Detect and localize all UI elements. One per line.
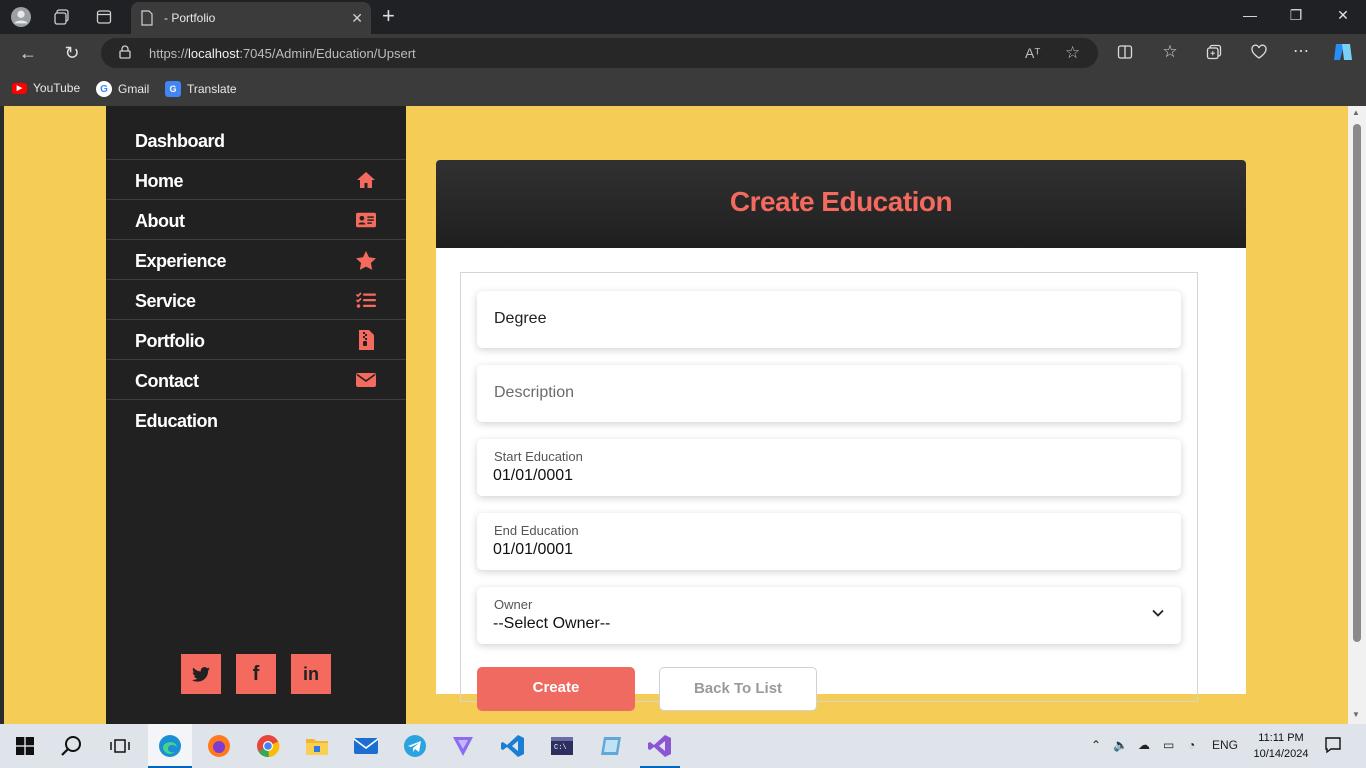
sidebar-item-experience[interactable]: Experience <box>106 240 406 280</box>
star-icon <box>356 250 376 270</box>
sidebar-item-home[interactable]: Home <box>106 160 406 200</box>
language-indicator[interactable]: ENG <box>1212 738 1238 752</box>
system-clock[interactable]: 11:11 PM 10/14/2024 <box>1244 730 1318 762</box>
scroll-down-icon[interactable]: ▼ <box>1352 710 1360 719</box>
close-tab-icon[interactable]: ✕ <box>351 10 363 27</box>
new-tab-icon[interactable]: + <box>382 5 395 27</box>
minimize-icon[interactable]: — <box>1240 7 1260 23</box>
bookmark-gmail[interactable]: G Gmail <box>96 81 149 97</box>
page-scrollbar[interactable]: ▲ ▼ <box>1348 106 1366 724</box>
mail-icon[interactable] <box>353 734 379 758</box>
show-hidden-icons-icon[interactable]: ⌃ <box>1091 738 1101 752</box>
sidebar-item-contact[interactable]: Contact <box>106 360 406 400</box>
url-text: https://localhost:7045/Admin/Education/U… <box>149 46 416 61</box>
linkedin-button[interactable]: in <box>291 654 331 694</box>
edge-icon[interactable] <box>157 734 183 758</box>
translate-icon: G <box>165 81 181 97</box>
visual-studio-icon[interactable] <box>647 734 673 758</box>
restore-icon[interactable]: ❐ <box>1286 7 1306 24</box>
more-options-icon[interactable]: ⋯ <box>1291 41 1311 61</box>
copilot-icon[interactable] <box>1332 42 1352 66</box>
windows-start-icon[interactable] <box>12 734 38 758</box>
battery-icon[interactable]: ▭ <box>1163 738 1174 752</box>
favorites-icon[interactable]: ☆ <box>1160 42 1180 62</box>
description-field[interactable]: Description <box>477 365 1181 422</box>
page-icon <box>140 10 154 31</box>
svg-text:C:\: C:\ <box>554 744 567 752</box>
tab-actions-icon[interactable] <box>94 7 114 27</box>
browser-tab-portfolio[interactable]: - Portfolio ✕ <box>131 2 371 34</box>
favorite-star-icon[interactable]: ☆ <box>1065 43 1080 63</box>
sidebar-item-education[interactable]: Education <box>106 400 406 440</box>
windows-taskbar: C:\ ⌃ 🔈 ☁ ▭ ◔ ENG 11:11 PM 10/14/2024 <box>0 724 1366 768</box>
twitter-icon <box>192 666 210 682</box>
refresh-icon[interactable]: ↻ <box>61 43 83 64</box>
start-education-field[interactable]: Start Education 01/01/0001 <box>477 439 1181 496</box>
notifications-icon[interactable] <box>1324 736 1342 757</box>
youtube-icon: ▶ <box>12 82 27 94</box>
workspaces-icon[interactable] <box>52 7 72 27</box>
wifi-icon[interactable]: ◔ <box>1188 738 1195 752</box>
sidebar-item-service[interactable]: Service <box>106 280 406 320</box>
address-bar[interactable]: https://localhost:7045/Admin/Education/U… <box>101 38 1098 68</box>
owner-select[interactable]: Owner --Select Owner-- <box>477 587 1181 644</box>
lock-icon[interactable] <box>119 45 131 64</box>
app-icon[interactable] <box>598 734 624 758</box>
vpn-icon[interactable] <box>450 734 476 758</box>
sidebar-item-about[interactable]: About <box>106 200 406 240</box>
sidebar-item-portfolio[interactable]: Portfolio <box>106 320 406 360</box>
scroll-up-icon[interactable]: ▲ <box>1352 108 1360 117</box>
card-header: Create Education <box>436 160 1246 248</box>
linkedin-icon: in <box>303 663 319 684</box>
window-close-icon[interactable]: ✕ <box>1333 7 1353 24</box>
envelope-icon <box>356 370 376 390</box>
tab-title: - Portfolio <box>164 11 216 25</box>
split-screen-icon[interactable] <box>1115 44 1135 64</box>
bookmarks-bar: ▶ YouTube G Gmail G Translate <box>0 72 1366 106</box>
end-education-field[interactable]: End Education 01/01/0001 <box>477 513 1181 570</box>
telegram-icon[interactable] <box>402 734 428 758</box>
bookmark-translate[interactable]: G Translate <box>165 81 237 97</box>
back-to-list-button[interactable]: Back To List <box>659 667 817 711</box>
file-explorer-icon[interactable] <box>304 734 330 758</box>
search-icon[interactable] <box>59 734 85 758</box>
firefox-icon[interactable] <box>206 734 232 758</box>
onedrive-icon[interactable]: ☁ <box>1138 738 1150 752</box>
address-toolbar: ← ↻ https://localhost:7045/Admin/Educati… <box>0 34 1366 72</box>
volume-icon[interactable]: 🔈 <box>1113 738 1128 752</box>
read-aloud-icon[interactable]: Aᵀ <box>1025 45 1040 61</box>
browser-essentials-icon[interactable] <box>1249 44 1269 64</box>
chrome-icon[interactable] <box>255 734 281 758</box>
profile-avatar-icon[interactable] <box>11 7 31 27</box>
create-button[interactable]: Create <box>477 667 635 711</box>
page-title: Create Education <box>729 186 953 217</box>
degree-field[interactable]: Degree <box>477 291 1181 348</box>
back-arrow-icon[interactable]: ← <box>17 43 39 64</box>
task-view-icon[interactable] <box>107 734 133 758</box>
page-viewport: Dashboard Home About Experience Service <box>4 106 1348 724</box>
facebook-button[interactable]: f <box>236 654 276 694</box>
chevron-down-icon <box>1152 609 1164 617</box>
file-zip-icon <box>356 330 376 350</box>
admin-sidebar: Dashboard Home About Experience Service <box>106 106 406 724</box>
scroll-thumb[interactable] <box>1353 124 1361 642</box>
card-body: Degree Description Start Education 01/01… <box>436 248 1246 711</box>
browser-tab-bar: - Portfolio ✕ + — ❐ ✕ <box>0 0 1366 34</box>
facebook-icon: f <box>252 662 260 685</box>
tasks-icon <box>356 290 376 310</box>
collections-icon[interactable] <box>1204 44 1224 64</box>
bookmark-youtube[interactable]: ▶ YouTube <box>12 81 80 95</box>
vscode-icon[interactable] <box>500 734 526 758</box>
twitter-button[interactable] <box>181 654 221 694</box>
education-form: Degree Description Start Education 01/01… <box>460 272 1198 711</box>
terminal-icon[interactable]: C:\ <box>549 734 575 758</box>
sidebar-item-dashboard[interactable]: Dashboard <box>106 120 406 160</box>
id-card-icon <box>356 210 376 230</box>
home-icon <box>356 170 376 190</box>
google-icon: G <box>96 81 112 97</box>
